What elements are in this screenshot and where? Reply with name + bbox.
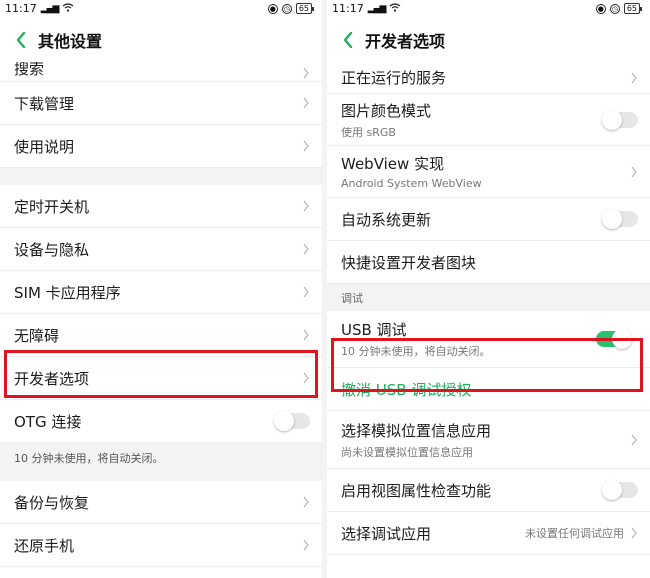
list-item-developer-options[interactable]: 开发者选项 xyxy=(0,357,322,400)
list-item-label: 图片颜色模式 xyxy=(341,101,432,120)
list-item-label: 定时开关机 xyxy=(14,197,90,216)
page-title: 其他设置 xyxy=(38,31,103,51)
chevron-right-icon xyxy=(303,286,309,298)
list-item-sublabel: 尚未设置模拟位置信息应用 xyxy=(341,445,473,459)
developer-options-list: 正在运行的服务 图片颜色模式 使用 sRGB WebView 实现 Androi… xyxy=(327,62,650,555)
list-item-device-privacy[interactable]: 设备与隐私 xyxy=(0,228,322,271)
list-item-user-guide[interactable]: 使用说明 xyxy=(0,125,322,168)
developer-options-screen: 11:17 ▂▄▆ ● ◷ 65 开发者选项 正在运行的服务 图片颜色模式 使用… xyxy=(327,0,650,578)
chevron-right-icon xyxy=(303,496,309,508)
do-not-disturb-icon: ● xyxy=(267,3,278,14)
chevron-right-icon xyxy=(303,329,309,341)
list-item-label: 搜索 xyxy=(14,62,45,78)
page-header: 其他设置 xyxy=(0,17,322,62)
view-attribute-toggle[interactable] xyxy=(602,480,638,500)
list-item-sim-apps[interactable]: SIM 卡应用程序 xyxy=(0,271,322,314)
section-header-debug: 调试 xyxy=(327,284,650,311)
list-item-revoke-usb-auth[interactable]: 撤消 USB 调试授权 xyxy=(327,368,650,411)
list-item-webview[interactable]: WebView 实现 Android System WebView xyxy=(327,146,650,198)
list-item-auto-system-update[interactable]: 自动系统更新 xyxy=(327,198,650,241)
alarm-icon: ◷ xyxy=(281,3,292,14)
list-item-label: 选择调试应用 xyxy=(341,524,432,543)
chevron-right-icon xyxy=(303,243,309,255)
list-item-accessibility[interactable]: 无障碍 xyxy=(0,314,322,357)
list-item-label: WebView 实现 xyxy=(341,155,445,173)
page-title: 开发者选项 xyxy=(365,31,446,51)
chevron-right-icon xyxy=(303,539,309,551)
wifi-icon xyxy=(62,2,74,15)
list-item-label: 备份与恢复 xyxy=(14,493,90,512)
chevron-right-icon xyxy=(631,72,637,83)
auto-update-toggle[interactable] xyxy=(602,209,638,229)
status-bar: 11:17 ▂▄▆ ● ◷ 65 xyxy=(327,0,650,17)
list-item-scheduled-power[interactable]: 定时开关机 xyxy=(0,185,322,228)
list-item-search[interactable]: 搜索 xyxy=(0,62,322,82)
alarm-icon: ◷ xyxy=(609,3,620,14)
list-item-running-services[interactable]: 正在运行的服务 xyxy=(327,62,650,94)
list-item-mock-location-app[interactable]: 选择模拟位置信息应用 尚未设置模拟位置信息应用 xyxy=(327,411,650,469)
otg-toggle[interactable] xyxy=(274,411,310,431)
revoke-usb-auth-link: 撤消 USB 调试授权 xyxy=(341,380,472,399)
list-item-otg[interactable]: OTG 连接 xyxy=(0,400,322,443)
list-item-label: 设备与隐私 xyxy=(14,240,90,259)
battery-icon: 65 xyxy=(623,3,642,14)
debug-app-value: 未设置任何调试应用 xyxy=(525,527,624,540)
battery-icon: 65 xyxy=(295,3,314,14)
list-item-label: 正在运行的服务 xyxy=(341,69,447,87)
chevron-right-icon xyxy=(303,200,309,212)
list-item-quick-settings-tiles[interactable]: 快捷设置开发者图块 xyxy=(327,241,650,284)
section-gap xyxy=(0,168,322,185)
list-item-label: USB 调试 xyxy=(341,321,407,339)
back-arrow-icon[interactable] xyxy=(12,31,30,49)
list-item-download-management[interactable]: 下载管理 xyxy=(0,82,322,125)
otg-note: 10 分钟未使用，将自动关闭。 xyxy=(0,443,322,481)
list-item-label: SIM 卡应用程序 xyxy=(14,283,121,302)
chevron-right-icon xyxy=(303,372,309,384)
chevron-right-icon xyxy=(303,67,309,79)
list-item-label: OTG 连接 xyxy=(14,412,82,431)
list-item-usb-debugging[interactable]: USB 调试 10 分钟未使用，将自动关闭。 xyxy=(327,311,650,368)
chevron-right-icon xyxy=(303,140,309,152)
list-item-backup-restore[interactable]: 备份与恢复 xyxy=(0,481,322,524)
status-bar: 11:17 ▂▄▆ ● ◷ 65 xyxy=(0,0,322,17)
list-item-label: 使用说明 xyxy=(14,137,75,156)
other-settings-screen: 11:17 ▂▄▆ ● ◷ 65 其他设置 搜索 下载管理 使用说明 定时开关机… xyxy=(0,0,322,578)
list-item-label: 启用视图属性检查功能 xyxy=(341,481,492,500)
list-item-picture-color-mode[interactable]: 图片颜色模式 使用 sRGB xyxy=(327,94,650,146)
list-item-label: 自动系统更新 xyxy=(341,210,432,229)
list-item-sublabel: 使用 sRGB xyxy=(341,125,396,139)
status-time: 11:17 xyxy=(5,2,37,15)
list-item-label: 无障碍 xyxy=(14,326,60,345)
back-arrow-icon[interactable] xyxy=(339,31,357,49)
list-item-view-attribute-inspection[interactable]: 启用视图属性检查功能 xyxy=(327,469,650,512)
usb-debugging-toggle[interactable] xyxy=(596,329,632,349)
picture-color-mode-toggle[interactable] xyxy=(602,109,638,130)
screenshot-composite: 11:17 ▂▄▆ ● ◷ 65 其他设置 搜索 下载管理 使用说明 定时开关机… xyxy=(0,0,650,578)
list-item-label: 下载管理 xyxy=(14,94,75,113)
chevron-right-icon xyxy=(631,527,637,539)
settings-list: 搜索 下载管理 使用说明 定时开关机 设备与隐私 SIM 卡应用程序 无障碍 开… xyxy=(0,62,322,567)
list-item-label: 选择模拟位置信息应用 xyxy=(341,421,492,440)
signal-icon: ▂▄▆ xyxy=(367,3,387,14)
list-item-select-debug-app[interactable]: 选择调试应用 未设置任何调试应用 xyxy=(327,512,650,555)
list-item-sublabel: 10 分钟未使用，将自动关闭。 xyxy=(341,345,491,358)
chevron-right-icon xyxy=(631,166,637,177)
status-time: 11:17 xyxy=(332,2,364,15)
list-item-label: 开发者选项 xyxy=(14,369,90,388)
list-item-label: 快捷设置开发者图块 xyxy=(341,253,477,272)
wifi-icon xyxy=(389,2,401,15)
do-not-disturb-icon: ● xyxy=(595,3,606,14)
chevron-right-icon xyxy=(631,434,637,445)
list-item-label: 还原手机 xyxy=(14,536,75,555)
signal-icon: ▂▄▆ xyxy=(40,3,60,14)
chevron-right-icon xyxy=(303,97,309,109)
list-item-sublabel: Android System WebView xyxy=(341,177,482,190)
page-header: 开发者选项 xyxy=(327,17,650,62)
list-item-reset-phone[interactable]: 还原手机 xyxy=(0,524,322,567)
